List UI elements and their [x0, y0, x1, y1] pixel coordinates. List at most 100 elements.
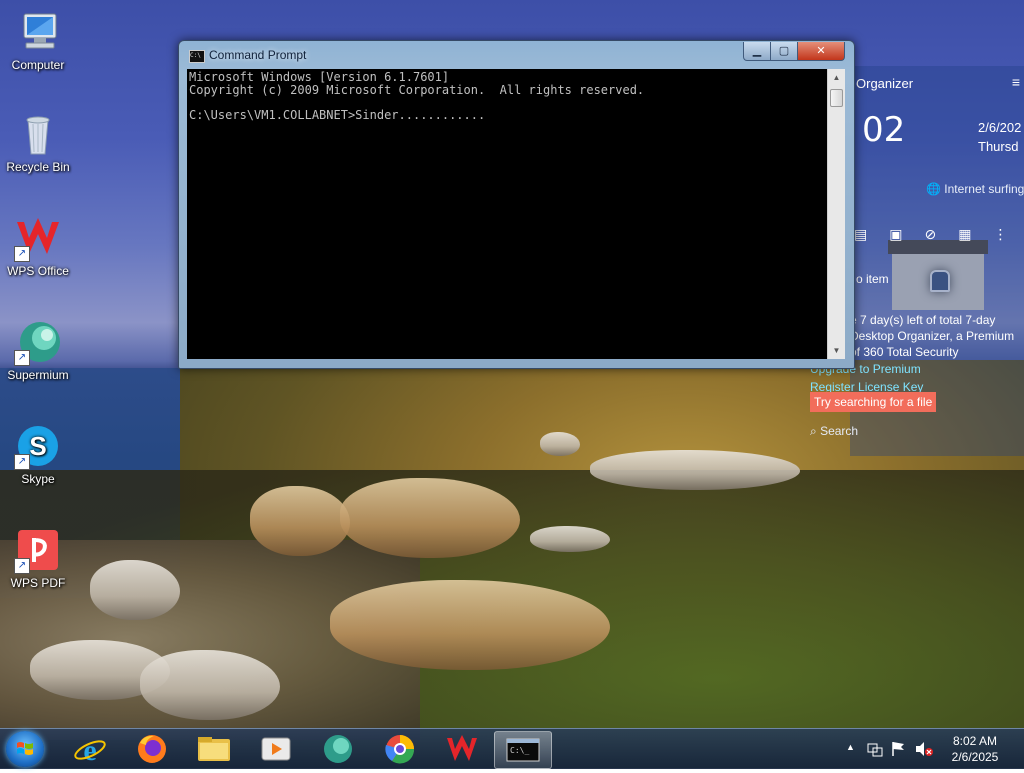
wallpaper-rock: [540, 432, 580, 456]
shortcut-arrow-icon: ↗: [14, 454, 30, 470]
wallpaper-rock: [140, 650, 280, 720]
desktop-icon-label: Supermium: [7, 368, 69, 382]
organizer-clock: 02: [862, 110, 906, 150]
window-title: Command Prompt: [209, 48, 307, 62]
scroll-up-arrow-icon[interactable]: ▲: [828, 69, 845, 86]
organizer-date-line: 2/6/202: [978, 120, 1022, 135]
wps-office-icon: [447, 735, 477, 761]
recycle-bin-icon: [14, 110, 62, 158]
organizer-day-line: Thursd: [978, 139, 1019, 154]
image-icon[interactable]: ▣: [889, 226, 924, 242]
wallpaper-rock: [340, 478, 520, 558]
svg-text:C:\_: C:\_: [510, 746, 529, 755]
internet-surfing-label: Internet surfing: [944, 182, 1024, 196]
computer-icon: [14, 8, 62, 56]
command-prompt-icon: C:\: [189, 50, 205, 63]
show-hidden-icons-arrow-icon[interactable]: ▲: [846, 742, 855, 752]
console-line: Copyright (c) 2009 Microsoft Corporation…: [189, 82, 645, 97]
skype-icon: S ↗: [14, 422, 62, 470]
shortcut-arrow-icon: ↗: [14, 558, 30, 574]
desktop-icon-label: WPS PDF: [10, 576, 66, 590]
wallpaper-rock: [330, 580, 610, 670]
supermium-icon: ↗: [14, 318, 62, 366]
desktop-icon-recycle-bin[interactable]: Recycle Bin: [0, 110, 76, 174]
wallpaper-rock: [250, 486, 350, 556]
organizer-title: Organizer: [856, 76, 914, 91]
svg-text:S: S: [29, 431, 46, 461]
organizer-toolbar: ▤▣⊘▦⋮: [854, 226, 1024, 243]
svg-text:e: e: [83, 734, 96, 767]
start-button[interactable]: [6, 731, 44, 767]
wallpaper-rock: [90, 560, 180, 620]
system-tray: ▲: [840, 729, 940, 769]
wallpaper-rock: [530, 526, 610, 552]
internet-explorer-icon: e: [74, 734, 106, 767]
taskbar-internet-explorer[interactable]: e: [62, 731, 118, 767]
taskbar: e C:\_ ▲ 8:02 AM 2/6/2025: [0, 728, 1024, 769]
console-line: Microsoft Windows [Version 6.1.7601]: [189, 70, 450, 84]
shortcut-arrow-icon: ↗: [14, 350, 30, 366]
desktop-icon-label: WPS Office: [7, 264, 69, 278]
action-center-icon[interactable]: [866, 740, 884, 758]
desktop-icon-skype[interactable]: S ↗ Skype: [0, 422, 76, 486]
wps-pdf-icon: ↗: [14, 526, 62, 574]
eye-slash-icon[interactable]: ⊘: [924, 226, 958, 242]
organizer-search-button[interactable]: ⌕ Search: [810, 424, 858, 439]
desktop-icon-label: Skype: [21, 472, 55, 486]
media-player-icon: [261, 737, 291, 761]
taskbar-time: 8:02 AM: [952, 734, 998, 748]
taskbar-command-prompt[interactable]: C:\_: [494, 731, 552, 769]
command-prompt-window[interactable]: C:\ Command Prompt ▁ ▢ ✕ Microsoft Windo…: [178, 40, 855, 369]
console-line: C:\Users\VM1.COLLABNET>Sinder...........…: [189, 107, 486, 122]
scroll-thumb[interactable]: [830, 89, 843, 107]
taskbar-chrome-like-browser[interactable]: [372, 731, 428, 767]
search-icon: ⌕: [810, 424, 817, 438]
desktop-icon-label: Computer: [11, 58, 65, 72]
windows-logo-icon: [17, 742, 33, 755]
close-button[interactable]: ✕: [797, 42, 845, 61]
taskbar-firefox[interactable]: [124, 731, 180, 767]
desktop-icon-computer[interactable]: Computer: [0, 8, 76, 72]
desktop-icon-label: Recycle Bin: [6, 160, 70, 174]
search-tooltip: Try searching for a file: [810, 392, 937, 412]
window-titlebar[interactable]: C:\ Command Prompt ▁ ▢ ✕: [179, 41, 854, 69]
wps-office-icon: ↗: [14, 214, 62, 262]
organizer-trial-notice: e 7 day(s) left of total 7-day Desktop O…: [850, 312, 1014, 360]
supermium-icon: [324, 735, 352, 763]
command-prompt-icon: C:\_: [506, 738, 540, 762]
taskbar-wps-office[interactable]: [434, 731, 490, 767]
taskbar-supermium[interactable]: [310, 731, 366, 767]
trial-notice-line: Desktop Organizer, a Premium: [850, 329, 1015, 343]
more-icon[interactable]: ⋮: [993, 226, 1024, 242]
desktop-icon-wps-office[interactable]: ↗ WPS Office: [0, 214, 76, 278]
file-explorer-icon: [198, 737, 230, 761]
trial-notice-line: e 7 day(s) left of total 7-day: [850, 313, 996, 327]
document-icon[interactable]: ▤: [854, 226, 889, 242]
minimize-button[interactable]: ▁: [743, 42, 771, 61]
maximize-button[interactable]: ▢: [770, 42, 798, 61]
chrome-like-icon: [385, 735, 415, 764]
globe-icon: 🌐: [926, 182, 941, 196]
calculator-icon[interactable]: ▦: [958, 226, 993, 242]
hamburger-menu-icon[interactable]: ≡: [1012, 74, 1020, 90]
organizer-no-item: o item: [856, 272, 889, 286]
firefox-icon: [138, 735, 166, 763]
shortcut-arrow-icon: ↗: [14, 246, 30, 262]
taskbar-file-explorer[interactable]: [186, 731, 242, 767]
desktop-icon-wps-pdf[interactable]: ↗ WPS PDF: [0, 526, 76, 590]
trial-notice-line: of 360 Total Security: [850, 345, 959, 359]
taskbar-media-player[interactable]: [248, 731, 304, 767]
wallpaper-rock: [590, 450, 800, 490]
organizer-date: 2/6/202 Thursd: [978, 118, 1021, 156]
console-output[interactable]: Microsoft Windows [Version 6.1.7601] Copy…: [187, 69, 827, 359]
flag-icon[interactable]: [890, 740, 908, 758]
taskbar-date: 2/6/2025: [951, 750, 999, 764]
internet-surfing-button[interactable]: 🌐 Internet surfing: [926, 182, 1024, 196]
volume-muted-icon[interactable]: [914, 740, 934, 758]
taskbar-clock[interactable]: 8:02 AM 2/6/2025: [940, 733, 1010, 765]
search-label: Search: [820, 424, 859, 438]
vertical-scrollbar[interactable]: ▲ ▼: [827, 69, 845, 359]
desktop-icon-supermium[interactable]: ↗ Supermium: [0, 318, 76, 382]
scroll-down-arrow-icon[interactable]: ▼: [828, 342, 845, 359]
